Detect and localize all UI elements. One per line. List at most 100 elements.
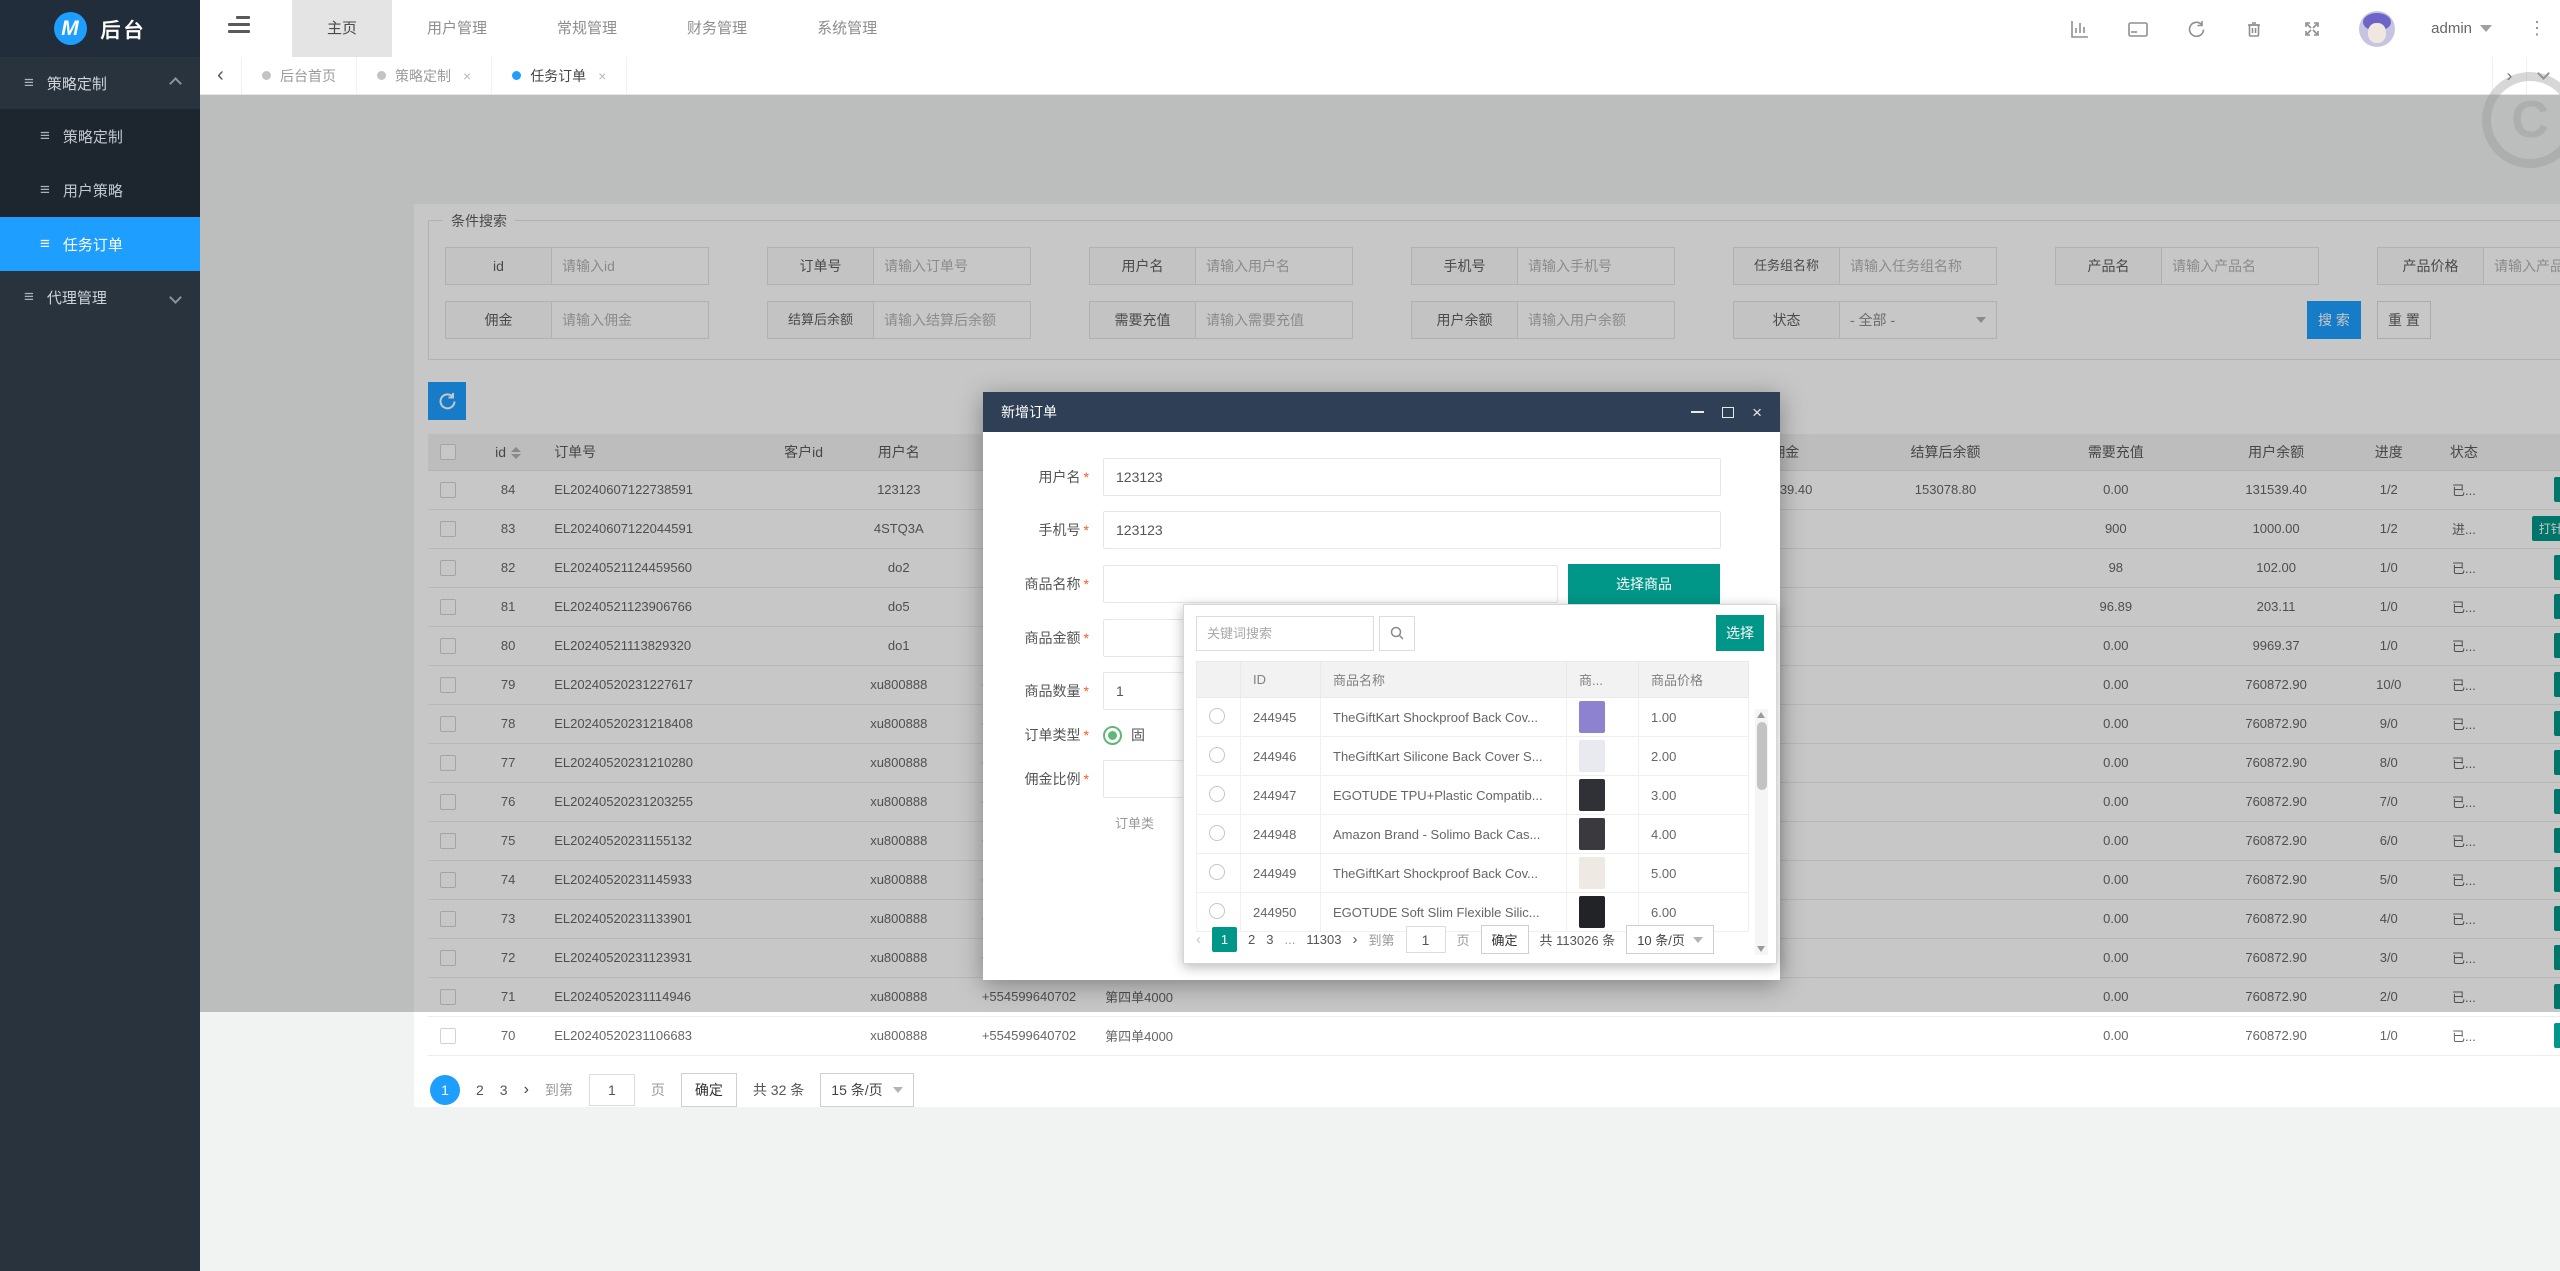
- collapse-sidebar-icon[interactable]: [228, 16, 254, 40]
- nav-item[interactable]: 系统管理: [782, 0, 912, 57]
- menu-list-icon: ≡: [24, 73, 34, 92]
- sidebar-group[interactable]: ≡ 代理管理: [0, 271, 200, 323]
- refresh-icon[interactable]: [2185, 18, 2207, 40]
- product-radio[interactable]: [1209, 746, 1225, 763]
- maximize-icon[interactable]: [1722, 406, 1735, 418]
- prev-page-button[interactable]: ‹: [1196, 931, 1201, 948]
- more-options-icon[interactable]: ⋮: [2528, 18, 2546, 39]
- tab-close-icon[interactable]: ×: [598, 68, 606, 84]
- sidebar-item[interactable]: ≡ 任务订单: [0, 217, 200, 271]
- product-name-label: 商品名称 *: [1024, 576, 1089, 592]
- product-image: [1579, 896, 1605, 928]
- row-checkbox[interactable]: [440, 1027, 457, 1044]
- product-row: 244946 TheGiftKart Silicone Back Cover S.…: [1196, 736, 1749, 776]
- cell: 760872.90: [2200, 1016, 2352, 1056]
- app-title: 后台: [100, 20, 147, 42]
- page-size-select[interactable]: 10 条/页: [1626, 925, 1714, 954]
- keyword-search-input[interactable]: [1196, 615, 1374, 651]
- print-button[interactable]: 打针: [2553, 1023, 2560, 1048]
- products-column-header: 商品名称: [1320, 661, 1567, 698]
- nav-item[interactable]: 主页: [292, 0, 393, 57]
- chevron-down-icon: [892, 1086, 903, 1093]
- next-page-button[interactable]: ›: [1353, 931, 1358, 948]
- scroll-up-icon[interactable]: [1757, 712, 1765, 718]
- page-size-value: 10 条/页: [1637, 933, 1685, 948]
- product-radio[interactable]: [1209, 785, 1225, 802]
- jump-page-input[interactable]: [1405, 926, 1446, 953]
- product-image: [1579, 740, 1605, 772]
- product-radio[interactable]: [1209, 902, 1225, 919]
- tabs-scroll-left-button[interactable]: ‹: [200, 57, 242, 94]
- product-qty-label: 商品数量 *: [1024, 683, 1089, 699]
- phone-field[interactable]: [1103, 511, 1721, 549]
- username-field[interactable]: [1103, 458, 1721, 496]
- page-size-value: 15 条/页: [831, 1081, 883, 1098]
- scroll-down-icon[interactable]: [1757, 946, 1765, 952]
- open-tabs: 后台首页 策略定制 × 任务订单 ×: [242, 57, 628, 94]
- sidebar-group[interactable]: ≡ 策略定制: [0, 57, 200, 109]
- order-type-radio[interactable]: [1103, 725, 1122, 745]
- tab[interactable]: 任务订单 ×: [492, 57, 628, 94]
- page-number[interactable]: 3: [500, 1082, 508, 1098]
- menu-list-icon: ≡: [40, 234, 50, 253]
- product-name-field[interactable]: [1103, 565, 1558, 603]
- current-page[interactable]: 1: [430, 1074, 460, 1105]
- user-menu[interactable]: admin: [2431, 20, 2492, 37]
- app-logo: M 后台: [0, 0, 200, 57]
- product-image-cell: [1566, 697, 1639, 737]
- chart-icon[interactable]: [2069, 18, 2091, 40]
- keyword-search-button[interactable]: [1379, 615, 1415, 651]
- trash-icon[interactable]: [2243, 18, 2265, 40]
- page-number[interactable]: 2: [476, 1082, 484, 1098]
- popup-scrollbar[interactable]: [1755, 709, 1768, 955]
- card-icon[interactable]: [2127, 18, 2149, 40]
- product-name: TheGiftKart Silicone Back Cover S...: [1320, 736, 1567, 776]
- tab-bar: ‹ 后台首页 策略定制 × 任务订单 × ›: [200, 57, 2560, 95]
- product-radio-cell: [1196, 736, 1241, 776]
- minimize-icon[interactable]: [1691, 411, 1705, 413]
- cell: [1299, 1016, 1540, 1056]
- fullscreen-icon[interactable]: [2301, 18, 2323, 40]
- tab-dot-icon: [262, 71, 271, 80]
- tab-label: 后台首页: [280, 67, 336, 84]
- current-page[interactable]: 1: [1212, 927, 1237, 952]
- order-type-label: 订单类型 *: [1024, 727, 1089, 743]
- tab[interactable]: 后台首页: [242, 57, 357, 94]
- sidebar-item[interactable]: ≡ 策略定制: [0, 109, 200, 163]
- choose-product-button[interactable]: 选择商品: [1568, 564, 1720, 604]
- logo-icon: M: [53, 12, 87, 45]
- close-icon[interactable]: ×: [1752, 404, 1762, 421]
- next-page-button[interactable]: ›: [524, 1081, 529, 1099]
- product-radio[interactable]: [1209, 863, 1225, 880]
- product-price: 2.00: [1638, 736, 1749, 776]
- product-id: 244945: [1240, 697, 1321, 737]
- product-radio-cell: [1196, 775, 1241, 815]
- phone-label: 手机号 *: [1038, 522, 1089, 538]
- menu-list-icon: ≡: [40, 126, 50, 145]
- avatar[interactable]: [2359, 10, 2396, 47]
- product-id: 244949: [1240, 853, 1321, 893]
- tab[interactable]: 策略定制 ×: [357, 57, 493, 94]
- nav-item[interactable]: 常规管理: [522, 0, 652, 57]
- nav-item[interactable]: 财务管理: [652, 0, 782, 57]
- page-size-select[interactable]: 15 条/页: [820, 1072, 914, 1107]
- page-number[interactable]: 11303: [1306, 932, 1341, 947]
- product-id: 244948: [1240, 814, 1321, 854]
- scrollbar-thumb[interactable]: [1756, 722, 1767, 790]
- jump-confirm-button[interactable]: 确定: [680, 1072, 737, 1107]
- page-number[interactable]: 3: [1266, 932, 1273, 947]
- header-actions: admin ⋮: [2069, 0, 2546, 57]
- jump-confirm-button[interactable]: 确定: [1480, 925, 1529, 954]
- product-radio[interactable]: [1209, 707, 1225, 724]
- table-pagination: 123 › 到第 页确定共 32 条 15 条/页: [430, 1072, 2560, 1107]
- page-number[interactable]: 2: [1248, 932, 1255, 947]
- select-product-button[interactable]: 选择: [1716, 615, 1764, 651]
- popup-toolbar: 选择: [1196, 615, 1764, 651]
- jump-page-input[interactable]: [588, 1073, 635, 1106]
- sidebar-item[interactable]: ≡ 用户策略: [0, 163, 200, 217]
- tab-close-icon[interactable]: ×: [463, 68, 471, 84]
- chevron-up-icon: [169, 75, 182, 92]
- jump-label: 到第: [1368, 933, 1395, 948]
- nav-item[interactable]: 用户管理: [392, 0, 522, 57]
- product-radio[interactable]: [1209, 824, 1225, 841]
